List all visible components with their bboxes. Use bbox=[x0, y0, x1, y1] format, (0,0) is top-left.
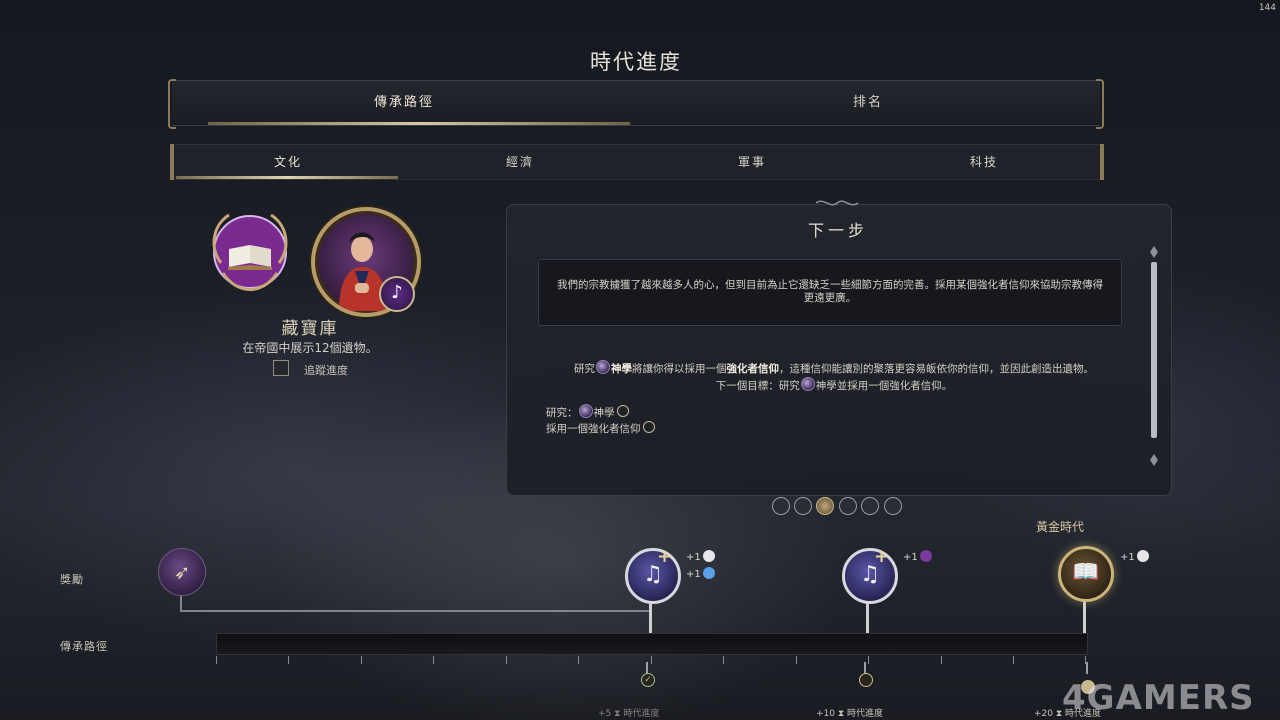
wonder-description: 在帝國中展示12個遺物。 bbox=[242, 341, 378, 355]
plus-icon: + bbox=[874, 546, 890, 567]
bar-tick bbox=[506, 656, 507, 664]
pending-circle-icon bbox=[859, 673, 873, 687]
page-dot[interactable] bbox=[884, 497, 902, 515]
tab-economy[interactable]: 經濟 bbox=[404, 145, 636, 179]
sub-tab-bar: 文化 經濟 軍事 科技 bbox=[170, 144, 1104, 180]
start-reward-feather-icon[interactable]: ➶ bbox=[158, 548, 206, 596]
bar-tick bbox=[868, 656, 869, 664]
age-text: 時代進度 bbox=[623, 709, 660, 719]
milestone-stem bbox=[1083, 598, 1086, 633]
bonus-value: +1 bbox=[1120, 552, 1135, 563]
requirement-research: 研究： 神學 bbox=[546, 404, 629, 420]
age-progress-label: +5 ⧗ 時代進度 bbox=[598, 709, 660, 719]
wonder-name: 藏寶庫 bbox=[281, 319, 339, 339]
req-text: 神學 bbox=[593, 407, 615, 419]
age-progress-label: +10 ⧗ 時代進度 bbox=[816, 709, 884, 719]
check-icon: ✓ bbox=[641, 673, 655, 687]
bar-tick bbox=[651, 656, 652, 664]
enhancer-belief-link[interactable]: 強化者信仰 bbox=[727, 363, 780, 375]
bonus-reward: +1 bbox=[1120, 550, 1149, 563]
next-step-description: 研究 神學將讓你得以採用一個強化者信仰，這種信仰能讓別的聚落更容易皈依你的信仰，並… bbox=[526, 360, 1142, 376]
req-text: 採用一個強化者信仰 bbox=[546, 423, 641, 435]
bonus-great-person-icon bbox=[702, 550, 715, 562]
bar-tick bbox=[796, 656, 797, 664]
corner-counter: 144 bbox=[1258, 3, 1276, 13]
desc-text: 研究 bbox=[574, 363, 595, 375]
tab-science[interactable]: 科技 bbox=[868, 145, 1100, 179]
right-bracket-ornament bbox=[1100, 144, 1104, 180]
desc-text: ，這種信仰能讓別的聚落更容易皈依你的信仰，並因此創造出遺物。 bbox=[779, 363, 1094, 375]
path-row-label: 傳承路徑 bbox=[60, 640, 108, 653]
ornament-icon bbox=[815, 200, 859, 206]
bar-tick bbox=[578, 656, 579, 664]
bonus-value: +1 bbox=[686, 552, 701, 563]
bar-tick bbox=[361, 656, 362, 664]
page-dot[interactable] bbox=[794, 497, 812, 515]
scrollbar-thumb[interactable] bbox=[1151, 262, 1157, 438]
req-text: 研究： bbox=[546, 407, 578, 419]
requirement-belief: 採用一個強化者信仰 bbox=[546, 421, 655, 436]
golden-age-book-icon[interactable]: 📖 bbox=[1058, 546, 1114, 602]
bar-tick bbox=[1013, 656, 1014, 664]
next-goal-line: 下一個目標：研究 神學並採用一個強化者信仰。 bbox=[526, 377, 1142, 393]
age-amount: +5 bbox=[598, 709, 612, 719]
rewards-row-label: 獎勵 bbox=[60, 573, 84, 586]
page-dot-active[interactable] bbox=[816, 497, 834, 515]
track-connector bbox=[180, 610, 650, 612]
age-amount: +20 bbox=[1034, 709, 1053, 719]
active-tab-underline bbox=[208, 122, 630, 125]
age-amount: +10 bbox=[816, 709, 835, 719]
track-progress-checkbox[interactable] bbox=[273, 360, 289, 376]
bar-tick bbox=[216, 656, 217, 664]
theology-tech-icon bbox=[578, 404, 593, 418]
tab-culture[interactable]: 文化 bbox=[172, 145, 404, 179]
bonus-great-person-icon bbox=[1136, 550, 1149, 562]
goal-text: 下一個目標：研究 bbox=[715, 380, 800, 392]
golden-age-label: 黃金時代 bbox=[1035, 520, 1084, 534]
watermark-logo: 4GAMERS bbox=[1062, 678, 1255, 718]
page-dot[interactable] bbox=[839, 497, 857, 515]
bar-tick bbox=[941, 656, 942, 664]
incomplete-circle-icon bbox=[642, 421, 655, 433]
bonus-reward: +1 bbox=[903, 550, 932, 563]
goal-text: 神學並採用一個強化者信仰。 bbox=[815, 380, 953, 392]
theology-tech-icon bbox=[800, 377, 815, 391]
bonus-reward: +1 bbox=[686, 567, 715, 580]
legacy-progress-bar bbox=[216, 633, 1088, 655]
bonus-value: +1 bbox=[903, 552, 918, 563]
bar-tick bbox=[723, 656, 724, 664]
bonus-value: +1 bbox=[686, 569, 701, 580]
theology-tech-icon bbox=[596, 360, 610, 374]
main-tab-bar: 傳承路徑 排名 bbox=[168, 79, 1104, 129]
marker-stem bbox=[1086, 662, 1088, 674]
page-dot[interactable] bbox=[772, 497, 790, 515]
age-text: 時代進度 bbox=[847, 709, 884, 719]
next-step-title: 下一步 bbox=[807, 221, 868, 240]
page-title: 時代進度 bbox=[590, 50, 682, 74]
desc-text: 將讓你得以採用一個 bbox=[632, 363, 727, 375]
tab-military[interactable]: 軍事 bbox=[636, 145, 868, 179]
flavor-quote-text: 我們的宗教擄獲了越來越多人的心，但到目前為止它還缺乏一些細節方面的完善。採用某個… bbox=[557, 279, 1103, 304]
theology-link[interactable]: 神學 bbox=[611, 363, 632, 375]
incomplete-circle-icon bbox=[616, 405, 629, 417]
bonus-skull-icon bbox=[702, 567, 715, 579]
plus-icon: + bbox=[657, 546, 673, 567]
tab-ranking[interactable]: 排名 bbox=[636, 81, 1100, 125]
next-step-panel bbox=[506, 204, 1172, 496]
page-dot[interactable] bbox=[861, 497, 879, 515]
music-note-icon: ♪ bbox=[379, 276, 415, 312]
bar-tick bbox=[433, 656, 434, 664]
wonder-book-icon bbox=[212, 213, 288, 291]
tab-legacy-path[interactable]: 傳承路徑 bbox=[172, 81, 636, 125]
active-subtab-underline bbox=[176, 176, 398, 179]
track-progress-label: 追蹤進度 bbox=[304, 364, 348, 377]
bonus-religion-icon bbox=[919, 550, 932, 562]
bar-tick bbox=[288, 656, 289, 664]
bonus-reward: +1 bbox=[686, 550, 715, 563]
